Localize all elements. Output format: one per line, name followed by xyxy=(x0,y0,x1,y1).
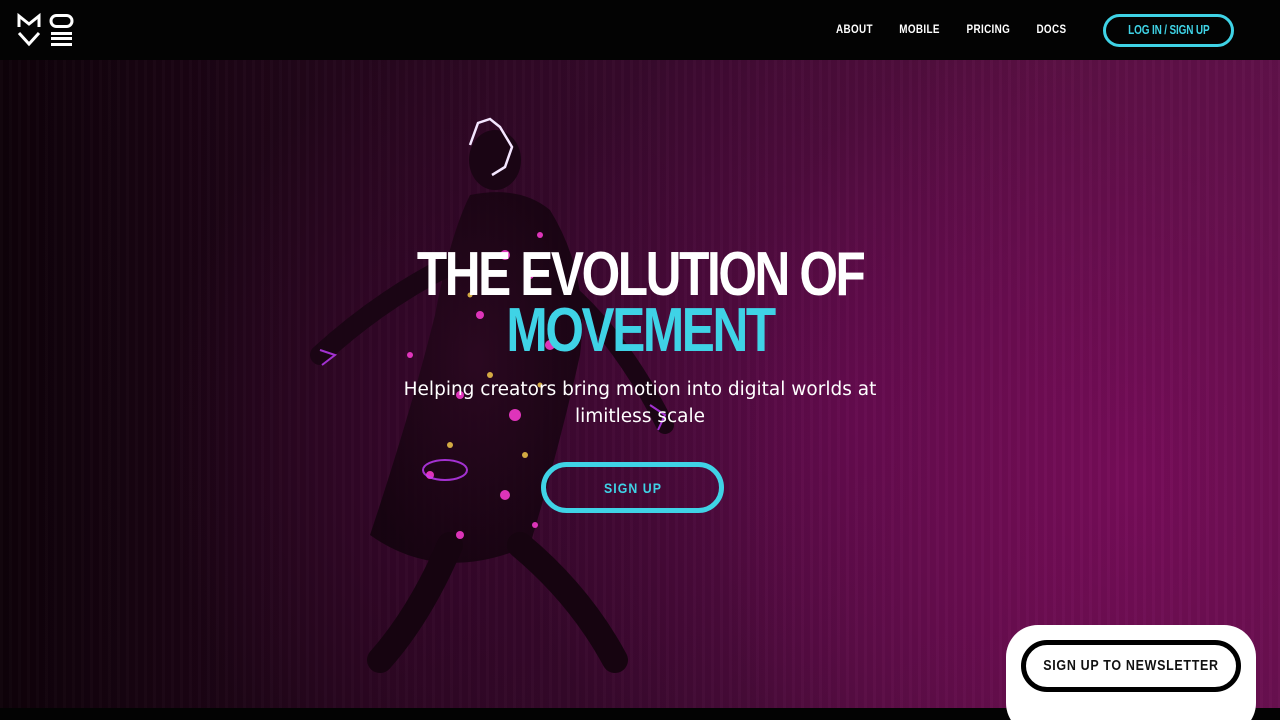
newsletter-signup-button[interactable]: SIGN UP TO NEWSLETTER xyxy=(1021,640,1241,692)
move-logo[interactable] xyxy=(17,13,75,47)
hero-signup-label: SIGN UP xyxy=(603,479,662,496)
nav-link-pricing[interactable]: PRICING xyxy=(967,24,1011,36)
login-signup-button[interactable]: LOG IN / SIGN UP xyxy=(1103,13,1234,47)
nav-links: ABOUT MOBILE PRICING DOCS LOG IN / SIGN … xyxy=(833,13,1234,47)
nav-link-mobile[interactable]: MOBILE xyxy=(900,24,941,36)
newsletter-widget: SIGN UP TO NEWSLETTER xyxy=(1006,625,1256,720)
newsletter-signup-label: SIGN UP TO NEWSLETTER xyxy=(1043,658,1219,674)
top-navigation: ABOUT MOBILE PRICING DOCS LOG IN / SIGN … xyxy=(0,0,1280,60)
hero-signup-button[interactable]: SIGN UP xyxy=(541,462,724,513)
hero-title-line2: MOVEMENT xyxy=(506,296,776,365)
hero-section: THE EVOLUTION OF MOVEMENT Helping creato… xyxy=(0,60,1280,708)
nav-link-docs[interactable]: DOCS xyxy=(1037,24,1067,36)
login-signup-label: LOG IN / SIGN UP xyxy=(1127,23,1210,37)
hero-subtitle: Helping creators bring motion into digit… xyxy=(403,379,877,427)
nav-link-about[interactable]: ABOUT xyxy=(836,24,873,36)
